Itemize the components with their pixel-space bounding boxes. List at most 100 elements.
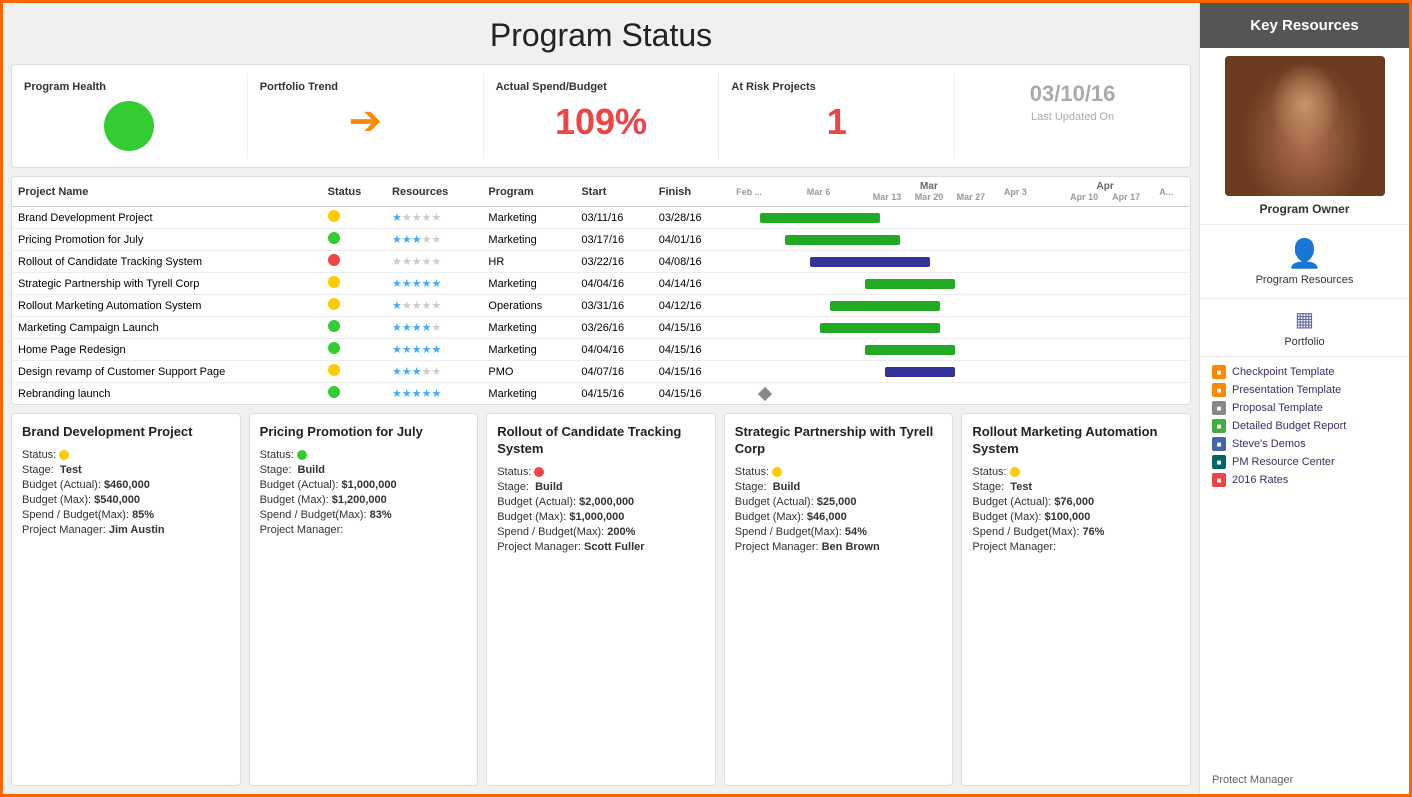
project-card: Rollout of Candidate Tracking System Sta… bbox=[486, 413, 716, 786]
link-label: PM Resource Center bbox=[1232, 456, 1335, 468]
cell-name: Strategic Partnership with Tyrell Corp bbox=[12, 273, 322, 295]
link-item[interactable]: ■ Checkpoint Template bbox=[1212, 365, 1397, 379]
owner-label: Program Owner bbox=[1259, 202, 1349, 216]
card-status: Status: bbox=[22, 449, 230, 461]
card-stage: Stage: Build bbox=[260, 464, 468, 476]
project-card: Brand Development Project Status: Stage:… bbox=[11, 413, 241, 786]
cell-resources: ★★★★★ bbox=[386, 251, 482, 273]
cell-finish: 04/08/16 bbox=[653, 251, 730, 273]
cell-start: 03/11/16 bbox=[575, 207, 652, 229]
card-stage: Stage: Test bbox=[22, 464, 230, 476]
cell-resources: ★★★★★ bbox=[386, 295, 482, 317]
card-budget-max: Budget (Max): $540,000 bbox=[22, 494, 230, 506]
cell-finish: 04/15/16 bbox=[653, 317, 730, 339]
cell-finish: 04/15/16 bbox=[653, 339, 730, 361]
title-section: Program Status bbox=[11, 11, 1191, 56]
link-label: 2016 Rates bbox=[1232, 474, 1288, 486]
kpi-at-risk: At Risk Projects 1 bbox=[719, 73, 955, 159]
card-spend-budget: Spend / Budget(Max): 85% bbox=[22, 509, 230, 521]
card-stage: Stage: Build bbox=[497, 481, 705, 493]
cell-program: Marketing bbox=[482, 383, 575, 405]
cell-status bbox=[322, 339, 386, 361]
portfolio-icon: ▦ bbox=[1295, 307, 1314, 332]
card-status: Status: bbox=[260, 449, 468, 461]
cell-resources: ★★★★★ bbox=[386, 383, 482, 405]
cell-start: 04/15/16 bbox=[575, 383, 652, 405]
cell-gantt bbox=[730, 383, 1190, 405]
cell-finish: 03/28/16 bbox=[653, 207, 730, 229]
cell-status bbox=[322, 383, 386, 405]
link-item[interactable]: ■ PM Resource Center bbox=[1212, 455, 1397, 469]
card-spend-budget: Spend / Budget(Max): 83% bbox=[260, 509, 468, 521]
cell-name: Marketing Campaign Launch bbox=[12, 317, 322, 339]
table-row: Marketing Campaign Launch ★★★★★ Marketin… bbox=[12, 317, 1190, 339]
left-panel: Program Status Program Health Portfolio … bbox=[3, 3, 1199, 794]
card-budget-actual: Budget (Actual): $2,000,000 bbox=[497, 496, 705, 508]
cell-program: Marketing bbox=[482, 229, 575, 251]
link-item[interactable]: ■ Detailed Budget Report bbox=[1212, 419, 1397, 433]
right-panel: Key Resources Program Owner 👤 Program Re… bbox=[1199, 3, 1409, 794]
col-apr-more: A... bbox=[1153, 177, 1190, 207]
cell-name: Rollout of Candidate Tracking System bbox=[12, 251, 322, 273]
cell-program: HR bbox=[482, 251, 575, 273]
kpi-row: Program Health Portfolio Trend ➔ Actual … bbox=[11, 64, 1191, 168]
card-title: Rollout Marketing Automation System bbox=[972, 424, 1180, 458]
table-row: Rollout Marketing Automation System ★★★★… bbox=[12, 295, 1190, 317]
table-row: Home Page Redesign ★★★★★ Marketing 04/04… bbox=[12, 339, 1190, 361]
cell-resources: ★★★★★ bbox=[386, 229, 482, 251]
portfolio-section: ▦ Portfolio bbox=[1200, 299, 1409, 357]
cell-name: Rollout Marketing Automation System bbox=[12, 295, 322, 317]
cell-start: 03/26/16 bbox=[575, 317, 652, 339]
project-card: Pricing Promotion for July Status: Stage… bbox=[249, 413, 479, 786]
cell-resources: ★★★★★ bbox=[386, 339, 482, 361]
card-status: Status: bbox=[972, 466, 1180, 478]
cell-gantt bbox=[730, 317, 1190, 339]
cell-resources: ★★★★★ bbox=[386, 361, 482, 383]
cell-finish: 04/15/16 bbox=[653, 361, 730, 383]
card-budget-max: Budget (Max): $1,200,000 bbox=[260, 494, 468, 506]
last-updated-label: Last Updated On bbox=[1031, 111, 1114, 123]
card-title: Rollout of Candidate Tracking System bbox=[497, 424, 705, 458]
link-icon: ■ bbox=[1212, 473, 1226, 487]
kpi-program-health: Program Health bbox=[12, 73, 248, 159]
card-status: Status: bbox=[735, 466, 943, 478]
cell-start: 03/31/16 bbox=[575, 295, 652, 317]
table-row: Brand Development Project ★★★★★ Marketin… bbox=[12, 207, 1190, 229]
link-item[interactable]: ■ Steve's Demos bbox=[1212, 437, 1397, 451]
card-stage: Stage: Test bbox=[972, 481, 1180, 493]
cell-status bbox=[322, 317, 386, 339]
program-resources-section: 👤 Program Resources bbox=[1200, 225, 1409, 299]
link-label: Proposal Template bbox=[1232, 402, 1323, 414]
owner-photo bbox=[1225, 56, 1385, 196]
col-apr3: Apr 3 bbox=[998, 177, 1057, 207]
at-risk-label: At Risk Projects bbox=[731, 81, 815, 93]
health-indicator bbox=[104, 101, 154, 151]
program-health-label: Program Health bbox=[24, 81, 106, 93]
link-icon: ■ bbox=[1212, 365, 1226, 379]
col-start: Start bbox=[575, 177, 652, 207]
table-row: Pricing Promotion for July ★★★★★ Marketi… bbox=[12, 229, 1190, 251]
link-item[interactable]: ■ Presentation Template bbox=[1212, 383, 1397, 397]
card-spend-budget: Spend / Budget(Max): 54% bbox=[735, 526, 943, 538]
cell-program: Marketing bbox=[482, 317, 575, 339]
project-table: Project Name Status Resources Program St… bbox=[12, 177, 1190, 404]
link-icon: ■ bbox=[1212, 455, 1226, 469]
link-item[interactable]: ■ Proposal Template bbox=[1212, 401, 1397, 415]
table-row: Rollout of Candidate Tracking System ★★★… bbox=[12, 251, 1190, 273]
cell-resources: ★★★★★ bbox=[386, 207, 482, 229]
cell-status bbox=[322, 207, 386, 229]
cell-status bbox=[322, 251, 386, 273]
cell-resources: ★★★★★ bbox=[386, 317, 482, 339]
cell-resources: ★★★★★ bbox=[386, 273, 482, 295]
cell-start: 04/04/16 bbox=[575, 273, 652, 295]
card-stage: Stage: Build bbox=[735, 481, 943, 493]
cell-name: Pricing Promotion for July bbox=[12, 229, 322, 251]
col-finish: Finish bbox=[653, 177, 730, 207]
link-label: Steve's Demos bbox=[1232, 438, 1306, 450]
cell-name: Rebranding launch bbox=[12, 383, 322, 405]
cell-gantt bbox=[730, 339, 1190, 361]
card-manager: Project Manager: Ben Brown bbox=[735, 541, 943, 553]
link-item[interactable]: ■ 2016 Rates bbox=[1212, 473, 1397, 487]
card-budget-max: Budget (Max): $46,000 bbox=[735, 511, 943, 523]
main-layout: Program Status Program Health Portfolio … bbox=[3, 3, 1409, 794]
